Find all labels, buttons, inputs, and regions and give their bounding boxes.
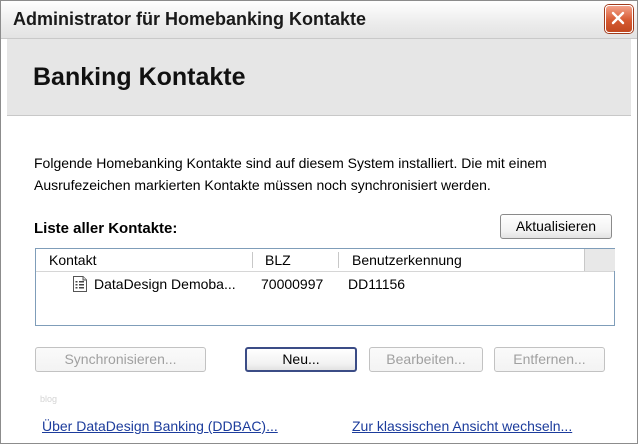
refresh-button[interactable]: Aktualisieren [500,214,612,239]
column-divider[interactable] [252,252,253,268]
column-divider[interactable] [338,252,339,268]
document-icon [72,275,88,296]
close-icon [611,11,625,25]
watermark-text: blog [40,394,58,404]
synchronize-button[interactable]: Synchronisieren... [35,347,206,372]
edit-button[interactable]: Bearbeiten... [369,347,483,372]
classic-view-link[interactable]: Zur klassischen Ansicht wechseln... [352,418,572,434]
list-header: Kontakt BLZ Benutzerkennung [36,249,615,272]
list-item[interactable]: DataDesign Demoba... 70000997 DD11156 [36,273,584,295]
title-bar[interactable]: Administrator für Homebanking Kontakte [1,1,637,39]
dialog-window: Administrator für Homebanking Kontakte B… [0,0,638,444]
content-area: Folgende Homebanking Kontakte sind auf d… [7,116,631,443]
list-label: Liste aller Kontakte: [34,220,178,237]
cell-benutzerkennung: DD11156 [348,276,406,292]
description-text: Folgende Homebanking Kontakte sind auf d… [34,155,547,193]
remove-button[interactable]: Entfernen... [494,347,605,372]
column-header-benutzerkennung[interactable]: Benutzerkennung [352,252,462,268]
about-link[interactable]: Über DataDesign Banking (DDBAC)... [42,418,278,434]
column-header-filler [584,249,615,271]
page-title: Banking Kontakte [33,63,246,91]
contacts-list[interactable]: Kontakt BLZ Benutzerkennung DataDesign D… [35,248,615,326]
header-band: Banking Kontakte [7,39,631,116]
column-header-blz[interactable]: BLZ [265,252,291,268]
cell-blz: 70000997 [261,276,324,292]
cell-kontakt: DataDesign Demoba... [94,276,236,292]
column-header-kontakt[interactable]: Kontakt [49,252,96,268]
new-button[interactable]: Neu... [245,347,357,372]
window-title: Administrator für Homebanking Kontakte [13,9,367,29]
close-button[interactable] [605,5,633,33]
